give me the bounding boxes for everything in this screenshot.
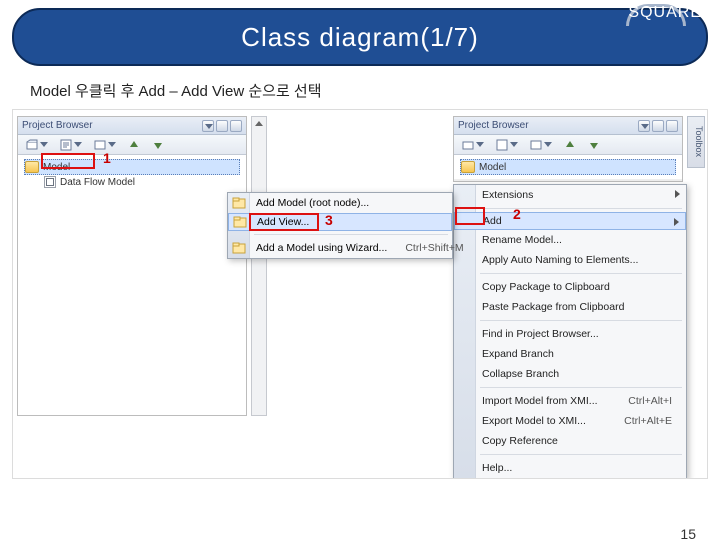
menu-separator	[480, 208, 682, 209]
menu-item-label: Add	[483, 215, 502, 227]
toolbar-button[interactable]	[22, 137, 52, 153]
panel-title: Project Browser	[22, 120, 93, 131]
tree-item-model[interactable]: Model	[460, 159, 676, 175]
callout-2: 2	[513, 206, 521, 222]
menu-item-icon	[233, 215, 247, 229]
submenu-item[interactable]: Add Model (root node)...	[228, 193, 452, 213]
slide-subtitle: Model 우클릭 후 Add – Add View 순으로 선택	[30, 80, 720, 101]
callout-1: 1	[103, 150, 111, 166]
folder-icon	[25, 161, 39, 173]
menu-item-label: Copy Reference	[482, 435, 558, 447]
menu-item-label: Import Model from XMI...	[482, 395, 598, 407]
menu-separator	[480, 387, 682, 388]
menu-item[interactable]: Copy Reference	[454, 431, 686, 451]
expand-icon	[255, 121, 263, 126]
menu-item-icon	[232, 196, 246, 210]
panel-titlebar: Project Browser	[454, 117, 682, 135]
menu-item-label: Export Model to XMI...	[482, 415, 586, 427]
menu-separator	[480, 320, 682, 321]
submenu-item[interactable]: Add a Model using Wizard...Ctrl+Shift+M	[228, 238, 452, 258]
menu-item[interactable]: Help...	[454, 458, 686, 478]
tree-item-dataflow[interactable]: Data Flow Model	[24, 175, 240, 189]
menu-separator	[254, 234, 448, 235]
menu-item[interactable]: Export Model to XMI... Ctrl+Alt+E	[454, 411, 686, 431]
menu-item-label: Add Model (root node)...	[256, 197, 369, 209]
menu-item-label: Extensions	[482, 189, 533, 201]
pin-button[interactable]	[216, 120, 228, 132]
dropdown-button[interactable]	[202, 120, 214, 132]
menu-separator	[480, 273, 682, 274]
callout-3-box	[249, 213, 319, 231]
menu-item-icon	[232, 241, 246, 255]
menu-item-label: Collapse Branch	[482, 368, 559, 380]
menu-item[interactable]: Extensions	[454, 185, 686, 205]
menu-item[interactable]: Collapse Branch	[454, 364, 686, 384]
menu-item-label: Add a Model using Wizard...	[256, 242, 387, 254]
menu-item[interactable]: Rename Model...	[454, 230, 686, 250]
menu-item-label: Expand Branch	[482, 348, 554, 360]
diagram-icon	[44, 176, 56, 188]
toolbar-button[interactable]	[458, 137, 488, 153]
menu-item-label: Copy Package to Clipboard	[482, 281, 610, 293]
toolbar-button[interactable]	[526, 137, 556, 153]
panel-title: Project Browser	[458, 120, 529, 131]
context-menu: Extensions Add Rename Model... Apply Auto N…	[453, 184, 687, 479]
submenu-arrow-icon	[674, 218, 679, 226]
menu-item[interactable]: Expand Branch	[454, 344, 686, 364]
panel-titlebar: Project Browser	[18, 117, 246, 135]
menu-shortcut: Ctrl+Alt+E	[606, 415, 672, 427]
menu-shortcut: Ctrl+Shift+M	[387, 242, 463, 254]
panel-toolbar	[18, 135, 246, 155]
callout-1-box	[41, 153, 95, 169]
pin-button[interactable]	[652, 120, 664, 132]
menu-shortcut: Ctrl+Alt+I	[610, 395, 672, 407]
callout-3: 3	[325, 212, 333, 228]
folder-icon	[461, 161, 475, 173]
close-button[interactable]	[230, 120, 242, 132]
toolbar-button[interactable]	[492, 137, 522, 153]
callout-2-box	[455, 207, 485, 225]
tree-view[interactable]: Model	[454, 155, 682, 179]
menu-item[interactable]: Apply Auto Naming to Elements...	[454, 250, 686, 270]
toolbar-up-button[interactable]	[124, 137, 144, 153]
toolbar-down-button[interactable]	[584, 137, 604, 153]
submenu-arrow-icon	[675, 190, 680, 198]
toolbar-up-button[interactable]	[560, 137, 580, 153]
menu-item-label: Rename Model...	[482, 234, 562, 246]
menu-item[interactable]: Import Model from XMI... Ctrl+Alt+I	[454, 391, 686, 411]
tree-item-label: Model	[479, 162, 506, 173]
tree-item-label: Data Flow Model	[60, 177, 135, 188]
menu-item[interactable]: Copy Package to Clipboard	[454, 277, 686, 297]
menu-item-label: Find in Project Browser...	[482, 328, 599, 340]
dropdown-button[interactable]	[638, 120, 650, 132]
menu-item-label: Apply Auto Naming to Elements...	[482, 254, 638, 266]
slide-title: Class diagram(1/7)	[38, 22, 682, 53]
toolbar-down-button[interactable]	[148, 137, 168, 153]
brand-label: SQUARE	[628, 4, 702, 22]
close-button[interactable]	[666, 120, 678, 132]
tree-view[interactable]: Model Data Flow Model	[18, 155, 246, 415]
right-project-browser: Project Browser Model	[453, 116, 683, 182]
panel-toolbar	[454, 135, 682, 155]
menu-item-label: Paste Package from Clipboard	[482, 301, 624, 313]
menu-item[interactable]: Find in Project Browser...	[454, 324, 686, 344]
toolbar-button[interactable]	[56, 137, 86, 153]
slide-header: Class diagram(1/7)	[12, 8, 708, 66]
menu-item[interactable]: Paste Package from Clipboard	[454, 297, 686, 317]
menu-item[interactable]: Add	[454, 212, 686, 230]
screenshot-area: Project Browser Model Data Flow Model	[12, 109, 708, 479]
menu-separator	[480, 454, 682, 455]
toolbox-tab[interactable]: Toolbox	[687, 116, 705, 168]
collapsed-tab-strip[interactable]	[251, 116, 267, 416]
menu-item-label: Help...	[482, 462, 512, 474]
